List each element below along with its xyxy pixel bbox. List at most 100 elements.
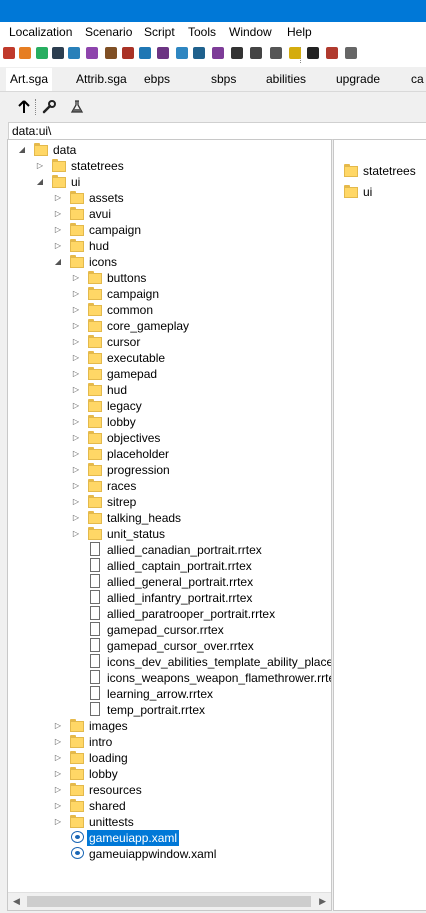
expanded-chevron-icon[interactable]: ◢: [18, 146, 26, 154]
tree-folder-item[interactable]: ▷ unit_status: [8, 526, 331, 542]
collapsed-chevron-icon[interactable]: ▷: [72, 434, 80, 442]
flag-icon[interactable]: [326, 47, 338, 59]
scrollbar-thumb[interactable]: [27, 896, 311, 907]
scroll-right-arrow-icon[interactable]: ▶: [319, 896, 326, 907]
tree-folder-item[interactable]: ▷ statetrees: [8, 158, 331, 174]
file-tree[interactable]: ◢ data ▷ statetrees ◢ ui ▷ assets ▷ avui ▷ campaign…: [7, 139, 332, 911]
collapsed-chevron-icon[interactable]: ▷: [72, 466, 80, 474]
speaker-icon[interactable]: [270, 47, 282, 59]
tree-folder-item[interactable]: ▷ lobby: [8, 766, 331, 782]
expanded-chevron-icon[interactable]: ◢: [54, 258, 62, 266]
collapsed-chevron-icon[interactable]: ▷: [54, 786, 62, 794]
grid-icon[interactable]: [105, 47, 117, 59]
horizontal-scrollbar[interactable]: ◀ ▶: [8, 892, 331, 910]
tab-attrib-sga[interactable]: Attrib.sga: [72, 68, 131, 91]
tree-file-item[interactable]: allied_captain_portrait.rrtex: [8, 558, 331, 574]
tree-folder-item[interactable]: ▷ assets: [8, 190, 331, 206]
collapsed-chevron-icon[interactable]: ▷: [54, 210, 62, 218]
tree-folder-item[interactable]: ▷ executable: [8, 350, 331, 366]
tree-folder-item[interactable]: ▷ loading: [8, 750, 331, 766]
collapsed-chevron-icon[interactable]: ▷: [72, 498, 80, 506]
tree-folder-item[interactable]: ◢ icons: [8, 254, 331, 270]
target-icon[interactable]: [231, 47, 243, 59]
tree-file-item[interactable]: gameuiapp.xaml: [8, 830, 331, 846]
content-folder-item[interactable]: ui: [334, 184, 426, 200]
tab-ca[interactable]: ca: [407, 68, 426, 91]
collapsed-chevron-icon[interactable]: ▷: [72, 530, 80, 538]
tree-folder-item[interactable]: ▷ legacy: [8, 398, 331, 414]
collapsed-chevron-icon[interactable]: ▷: [54, 818, 62, 826]
tree-folder-item[interactable]: ▷ lobby: [8, 414, 331, 430]
plant-icon[interactable]: [36, 47, 48, 59]
collapsed-chevron-icon[interactable]: ▷: [36, 162, 44, 170]
collapsed-chevron-icon[interactable]: ▷: [72, 482, 80, 490]
collapsed-chevron-icon[interactable]: ▷: [72, 418, 80, 426]
tree-folder-item[interactable]: ▷ placeholder: [8, 446, 331, 462]
tree-file-item[interactable]: temp_portrait.rrtex: [8, 702, 331, 718]
tree-folder-item[interactable]: ▷ core_gameplay: [8, 318, 331, 334]
tree-folder-item[interactable]: ◢ data: [8, 142, 331, 158]
tree-folder-item[interactable]: ▷ cursor: [8, 334, 331, 350]
collapsed-chevron-icon[interactable]: ▷: [72, 370, 80, 378]
tree-file-item[interactable]: allied_infantry_portrait.rrtex: [8, 590, 331, 606]
tree-folder-item[interactable]: ▷ unittests: [8, 814, 331, 830]
menu-script[interactable]: Script: [144, 25, 175, 39]
collapsed-chevron-icon[interactable]: ▷: [72, 338, 80, 346]
content-folder-item[interactable]: statetrees: [334, 163, 426, 179]
water-drop-icon[interactable]: [176, 47, 188, 59]
tree-folder-item[interactable]: ▷ sitrep: [8, 494, 331, 510]
shield-icon[interactable]: [157, 47, 169, 59]
tree-folder-item[interactable]: ▷ buttons: [8, 270, 331, 286]
wave-icon[interactable]: [193, 47, 205, 59]
tree-folder-item[interactable]: ▷ races: [8, 478, 331, 494]
tree-folder-item[interactable]: ▷ shared: [8, 798, 331, 814]
tree-file-item[interactable]: allied_general_portrait.rrtex: [8, 574, 331, 590]
tree-file-item[interactable]: icons_dev_abilities_template_ability_pla…: [8, 654, 331, 670]
collapsed-chevron-icon[interactable]: ▷: [72, 306, 80, 314]
flask-button[interactable]: [68, 98, 86, 116]
tree-folder-item[interactable]: ▷ intro: [8, 734, 331, 750]
tree-file-item[interactable]: gamepad_cursor_over.rrtex: [8, 638, 331, 654]
tree-folder-item[interactable]: ▷ objectives: [8, 430, 331, 446]
collapsed-chevron-icon[interactable]: ▷: [72, 290, 80, 298]
path-field[interactable]: data:ui\: [8, 122, 426, 140]
tab-abilities[interactable]: abilities: [262, 68, 310, 91]
lightbulb-icon[interactable]: [289, 47, 301, 59]
tab-ebps[interactable]: ebps: [140, 68, 174, 91]
chart-icon[interactable]: [212, 47, 224, 59]
tree-folder-item[interactable]: ▷ gamepad: [8, 366, 331, 382]
bounding-box-icon[interactable]: [250, 47, 262, 59]
up-button[interactable]: [15, 98, 33, 116]
collapsed-chevron-icon[interactable]: ▷: [72, 402, 80, 410]
snowflake-icon[interactable]: [139, 47, 151, 59]
tree-folder-item[interactable]: ▷ images: [8, 718, 331, 734]
tree-file-item[interactable]: icons_weapons_weapon_flamethrower.rrte: [8, 670, 331, 686]
tree-folder-item[interactable]: ▷ hud: [8, 382, 331, 398]
collapsed-chevron-icon[interactable]: ▷: [72, 386, 80, 394]
bomb-icon[interactable]: [307, 47, 319, 59]
image-edit-icon[interactable]: [86, 47, 98, 59]
folder-contents-pane[interactable]: statetrees ui: [333, 139, 426, 911]
tree-folder-item[interactable]: ▷ avui: [8, 206, 331, 222]
menu-help[interactable]: Help: [287, 25, 312, 39]
brush-icon[interactable]: [122, 47, 134, 59]
expanded-chevron-icon[interactable]: ◢: [36, 178, 44, 186]
tree-file-item[interactable]: gamepad_cursor.rrtex: [8, 622, 331, 638]
tab-sbps[interactable]: sbps: [207, 68, 240, 91]
tree-folder-item[interactable]: ▷ hud: [8, 238, 331, 254]
palette-icon[interactable]: [19, 47, 31, 59]
menu-localization[interactable]: Localization: [9, 25, 72, 39]
tree-folder-item[interactable]: ▷ campaign: [8, 222, 331, 238]
tree-folder-item[interactable]: ▷ campaign: [8, 286, 331, 302]
collapsed-chevron-icon[interactable]: ▷: [54, 738, 62, 746]
tree-file-item[interactable]: learning_arrow.rrtex: [8, 686, 331, 702]
tree-folder-item[interactable]: ▷ common: [8, 302, 331, 318]
tree-folder-item[interactable]: ▷ talking_heads: [8, 510, 331, 526]
tree-folder-item[interactable]: ◢ ui: [8, 174, 331, 190]
tree-folder-item[interactable]: ▷ progression: [8, 462, 331, 478]
collapsed-chevron-icon[interactable]: ▷: [54, 802, 62, 810]
wrench-button[interactable]: [40, 98, 58, 116]
collapsed-chevron-icon[interactable]: ▷: [54, 770, 62, 778]
lock-icon[interactable]: [345, 47, 357, 59]
scroll-left-arrow-icon[interactable]: ◀: [13, 896, 20, 907]
